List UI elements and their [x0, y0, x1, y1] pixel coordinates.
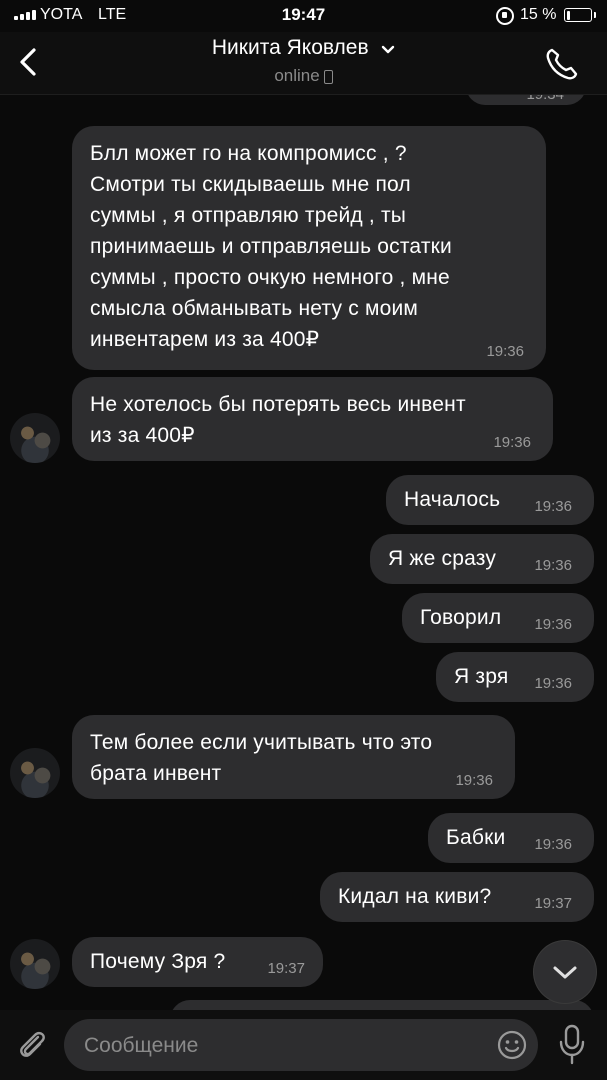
device-phone-icon: [323, 69, 333, 84]
avatar[interactable]: [10, 748, 60, 798]
message-bubble[interactable]: Я же сразу 19:36: [370, 534, 594, 584]
message-bubble[interactable]: Бабки 19:36: [428, 813, 594, 863]
message-list[interactable]: Ок 19:34 Блл может го на компромисс , ? …: [0, 95, 607, 1010]
message-input[interactable]: [82, 1019, 486, 1073]
scroll-down-button[interactable]: [534, 941, 596, 1003]
message-bubble[interactable]: Блл может го на компромисс , ? Смотри ты…: [72, 126, 546, 370]
microphone-icon[interactable]: [556, 1024, 588, 1066]
status-bar: YOTA LTE 19:47 15 %: [0, 0, 607, 32]
message-bubble[interactable]: Кидал на киви? 19:37: [320, 872, 594, 922]
attach-icon[interactable]: [14, 1027, 50, 1063]
composer: [0, 1010, 607, 1080]
avatar[interactable]: [10, 939, 60, 989]
status-time: 19:47: [281, 5, 326, 24]
emoji-icon[interactable]: [496, 1029, 528, 1061]
battery-percent: 15 %: [520, 6, 557, 23]
phone-call-icon[interactable]: [542, 44, 582, 84]
message-bubble[interactable]: Тем более если учитывать что это брата и…: [72, 715, 515, 799]
scroll-down-icon: [553, 966, 577, 979]
message-bubble[interactable]: Почему Зря ? 19:37: [72, 937, 323, 987]
message-input-box: [64, 1019, 538, 1073]
message-bubble-partial[interactable]: [170, 1000, 594, 1010]
message-bubble[interactable]: Я зря 19:36: [436, 652, 594, 702]
message-bubble[interactable]: Не хотелось бы потерять весь инвент из з…: [72, 377, 553, 461]
chevron-down-icon: [381, 45, 395, 53]
message-bubble[interactable]: Ок 19:34: [466, 95, 586, 105]
contact-status: online: [274, 66, 320, 85]
battery-icon: [564, 8, 596, 22]
contact-info[interactable]: Никита Яковлев online: [0, 36, 607, 86]
orientation-lock-icon: [496, 7, 514, 25]
message-bubble[interactable]: Началось 19:36: [386, 475, 594, 525]
chat-header: Никита Яковлев online: [0, 32, 607, 95]
avatar[interactable]: [10, 413, 60, 463]
contact-name: Никита Яковлев: [211, 36, 369, 59]
message-bubble[interactable]: Говорил 19:36: [402, 593, 594, 643]
